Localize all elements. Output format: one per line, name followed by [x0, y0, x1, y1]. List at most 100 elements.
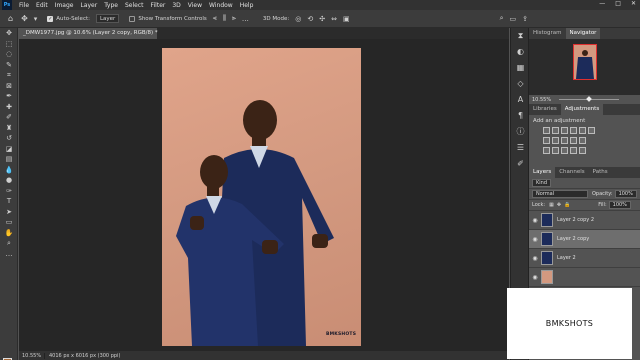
- menu-3d[interactable]: 3D: [172, 2, 180, 9]
- chevron-down-icon[interactable]: ▾: [34, 15, 38, 23]
- eyedropper-tool-icon[interactable]: ✒: [0, 91, 18, 102]
- character-icon[interactable]: A: [511, 92, 530, 108]
- maximize-button[interactable]: □: [615, 0, 621, 7]
- blend-mode-dropdown[interactable]: Normal: [532, 190, 588, 198]
- home-icon[interactable]: ⌂: [8, 14, 13, 23]
- document-tab[interactable]: _DMW1977.jpg @ 10.6% (Layer 2 copy, RGB/…: [19, 28, 158, 39]
- type-tool-icon[interactable]: T: [0, 196, 18, 207]
- menu-select[interactable]: Select: [125, 2, 144, 9]
- lasso-tool-icon[interactable]: ◌: [0, 49, 18, 60]
- photo-filter-icon[interactable]: [561, 137, 568, 144]
- align-center-icon[interactable]: ⫼: [223, 14, 226, 23]
- brush-tool-icon[interactable]: ✐: [0, 112, 18, 123]
- lock-position-icon[interactable]: ✥: [557, 202, 561, 208]
- opacity-input[interactable]: 100%: [614, 190, 637, 198]
- align-right-icon[interactable]: ⫸: [232, 14, 236, 23]
- slider-knob[interactable]: [586, 96, 592, 102]
- tab-adjustments[interactable]: Adjustments: [560, 104, 604, 115]
- tab-channels[interactable]: Channels: [555, 167, 588, 178]
- learn-icon[interactable]: ◇: [511, 76, 530, 92]
- menu-filter[interactable]: Filter: [151, 2, 166, 9]
- lock-all-icon[interactable]: 🔒: [564, 202, 570, 208]
- menu-file[interactable]: File: [19, 2, 29, 9]
- color-lookup-icon[interactable]: [579, 137, 586, 144]
- zoom-readout[interactable]: 10.55%: [19, 352, 45, 359]
- exposure-icon[interactable]: [570, 127, 577, 134]
- layer-filter-dropdown[interactable]: Kind: [532, 179, 552, 187]
- workspace-icon[interactable]: ▭: [510, 15, 517, 23]
- minimize-button[interactable]: —: [599, 0, 605, 7]
- quick-select-tool-icon[interactable]: ✎: [0, 60, 18, 71]
- vibrance-icon[interactable]: [579, 127, 586, 134]
- visibility-eye-icon[interactable]: ◉: [529, 217, 541, 224]
- move-tool-icon[interactable]: ✥: [21, 14, 28, 23]
- brightness-contrast-icon[interactable]: [543, 127, 550, 134]
- threshold-icon[interactable]: [561, 147, 568, 154]
- info-icon[interactable]: ⓘ: [511, 124, 530, 140]
- visibility-eye-icon[interactable]: ◉: [529, 255, 541, 262]
- black-white-icon[interactable]: [552, 137, 559, 144]
- close-button[interactable]: ✕: [631, 0, 636, 7]
- fill-input[interactable]: 100%: [608, 201, 631, 209]
- hue-saturation-icon[interactable]: [588, 127, 595, 134]
- levels-icon[interactable]: [552, 127, 559, 134]
- color-icon[interactable]: ◐: [511, 44, 530, 60]
- pan-3d-icon[interactable]: ✣: [319, 15, 325, 23]
- tab-histogram[interactable]: Histogram: [529, 28, 566, 39]
- shape-tool-icon[interactable]: ▭: [0, 217, 18, 228]
- document-info[interactable]: 4016 px x 6016 px (300 ppi): [45, 353, 120, 359]
- menu-view[interactable]: View: [188, 2, 202, 9]
- tab-paths[interactable]: Paths: [589, 167, 612, 178]
- menu-layer[interactable]: Layer: [80, 2, 97, 9]
- marquee-tool-icon[interactable]: ⬚: [0, 39, 18, 50]
- navigator-thumbnail[interactable]: [573, 44, 597, 80]
- brushes-icon[interactable]: ✐: [511, 156, 530, 172]
- more-options-icon[interactable]: …: [242, 15, 249, 23]
- channel-mixer-icon[interactable]: [570, 137, 577, 144]
- slide-3d-icon[interactable]: ⇔: [331, 15, 337, 23]
- tab-navigator[interactable]: Navigator: [565, 28, 601, 39]
- more-tools-icon[interactable]: …: [0, 249, 18, 260]
- auto-select-checkbox[interactable]: ✓: [47, 15, 54, 22]
- curves-icon[interactable]: [561, 127, 568, 134]
- share-icon[interactable]: ⇪: [522, 15, 528, 23]
- menu-help[interactable]: Help: [240, 2, 254, 9]
- menu-edit[interactable]: Edit: [36, 2, 48, 9]
- gradient-map-icon[interactable]: [570, 147, 577, 154]
- menu-type[interactable]: Type: [104, 2, 118, 9]
- tab-layers[interactable]: Layers: [529, 167, 556, 178]
- selective-color-icon[interactable]: [579, 147, 586, 154]
- hand-tool-icon[interactable]: ✋: [0, 228, 18, 239]
- navigator-zoom[interactable]: 10.55%: [532, 97, 551, 103]
- frame-tool-icon[interactable]: ⊠: [0, 81, 18, 92]
- visibility-eye-icon[interactable]: ◉: [529, 274, 541, 281]
- zoom-tool-icon[interactable]: ⌕: [0, 238, 18, 249]
- auto-select-dropdown[interactable]: Layer: [95, 14, 120, 23]
- navigator-preview[interactable]: [529, 39, 640, 95]
- layer-row-background[interactable]: ◉: [529, 268, 640, 287]
- healing-brush-tool-icon[interactable]: ✚: [0, 102, 18, 113]
- crop-tool-icon[interactable]: ⌗: [0, 70, 18, 81]
- document-canvas-photo[interactable]: [162, 48, 361, 346]
- dodge-tool-icon[interactable]: ●: [0, 175, 18, 186]
- navigator-zoom-slider[interactable]: [559, 96, 620, 102]
- lock-pixels-icon[interactable]: ▦: [549, 202, 554, 208]
- properties-icon[interactable]: ☰: [511, 140, 530, 156]
- history-brush-tool-icon[interactable]: ↺: [0, 133, 18, 144]
- roll-3d-icon[interactable]: ⟲: [307, 15, 313, 23]
- tab-libraries[interactable]: Libraries: [529, 104, 561, 115]
- history-icon[interactable]: ⧗: [511, 28, 530, 44]
- show-transform-checkbox[interactable]: [129, 15, 136, 22]
- camera-icon[interactable]: ▣: [343, 15, 350, 23]
- color-balance-icon[interactable]: [543, 137, 550, 144]
- clone-stamp-tool-icon[interactable]: ♜: [0, 123, 18, 134]
- move-tool-icon[interactable]: ✥: [0, 28, 18, 39]
- menu-image[interactable]: Image: [55, 2, 74, 9]
- eraser-tool-icon[interactable]: ◪: [0, 144, 18, 155]
- layer-row[interactable]: ◉ Layer 2 copy 2: [529, 211, 640, 230]
- align-left-icon[interactable]: ⫷: [213, 14, 217, 23]
- layer-row-selected[interactable]: ◉ Layer 2 copy: [529, 230, 640, 249]
- layer-row[interactable]: ◉ Layer 2: [529, 249, 640, 268]
- menu-window[interactable]: Window: [209, 2, 233, 9]
- pen-tool-icon[interactable]: ✑: [0, 186, 18, 197]
